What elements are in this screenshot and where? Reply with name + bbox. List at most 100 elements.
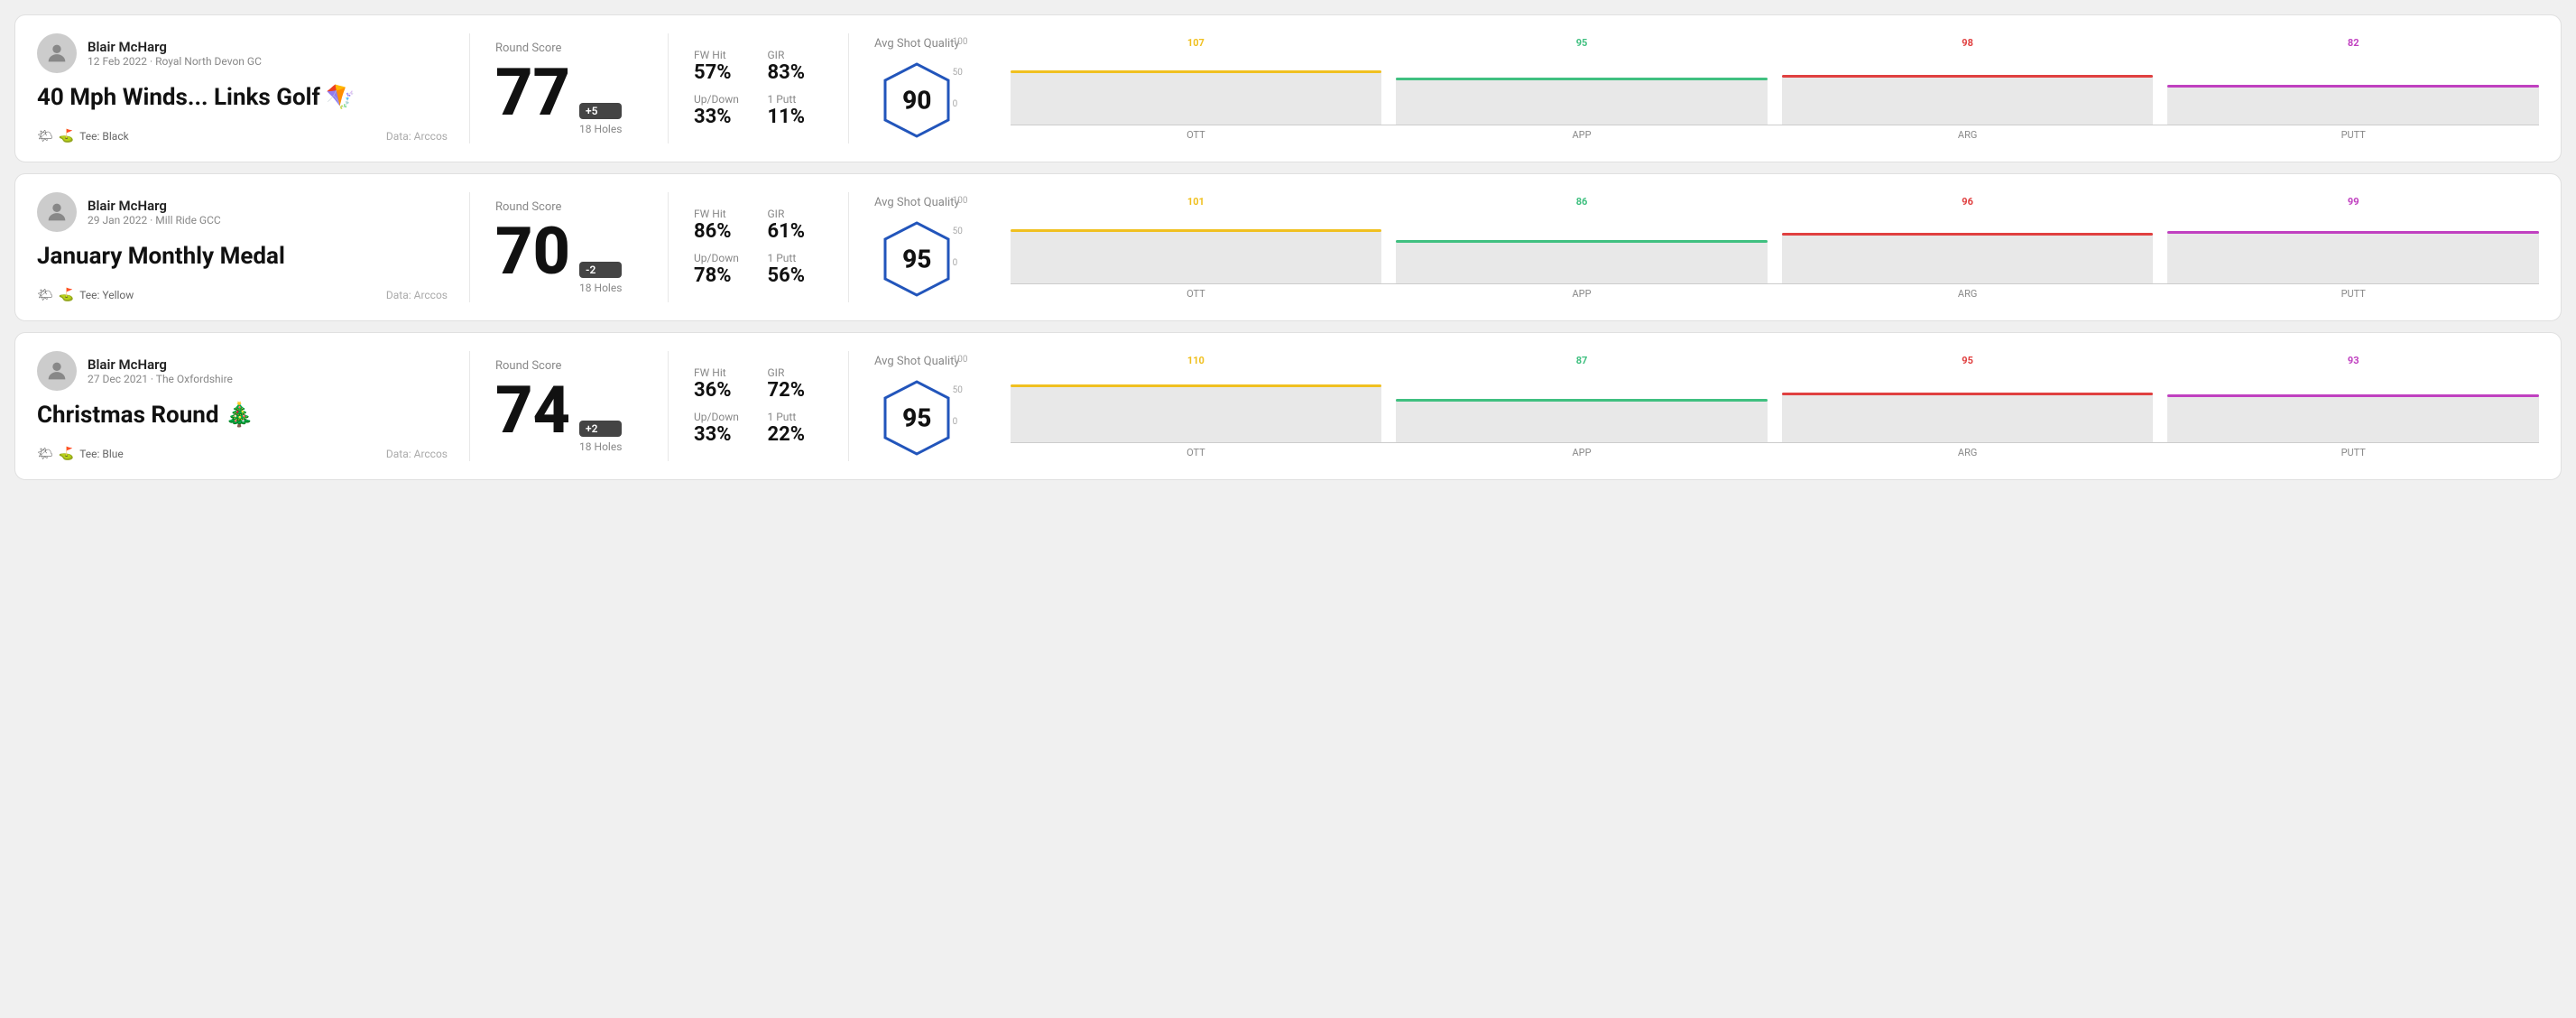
tee-info: 🌤 ⛳ Tee: Black: [37, 129, 129, 143]
bar-label-ott: OTT: [1011, 288, 1382, 300]
data-source: Data: Arccos: [386, 448, 448, 460]
score-section: Round Score 77 +5 18 Holes: [470, 33, 669, 143]
stats-section: FW Hit 36% GIR 72% Up/Down 33% 1 Putt 22…: [669, 351, 849, 461]
bar-label-app: APP: [1396, 288, 1768, 300]
chart-bars: [1011, 370, 2539, 442]
y-axis-mid: 50: [953, 385, 968, 395]
weather-icon: 🌤: [37, 447, 53, 461]
holes-label: 18 Holes: [579, 123, 622, 135]
oneputt-label: 1 Putt: [768, 93, 824, 106]
y-axis: 100 50 0: [953, 196, 968, 268]
bar-ott: [1011, 211, 1382, 283]
stats-grid: FW Hit 86% GIR 61% Up/Down 78% 1 Putt 56…: [694, 208, 823, 287]
bar-top-label-putt: 99: [2167, 196, 2539, 208]
bar-putt: [2167, 211, 2539, 283]
golf-icon: ⛳: [59, 447, 74, 461]
chart-top-labels: 110879593: [1011, 355, 2539, 366]
round-card-1: Blair McHarg 12 Feb 2022 · Royal North D…: [14, 14, 2562, 162]
bar-arg: [1782, 52, 2154, 125]
bar-chart: 100 50 0 101869699: [982, 196, 2539, 300]
oneputt-label: 1 Putt: [768, 252, 824, 264]
shot-quality-section: Avg Shot Quality 95 100 50 0 110879593: [849, 351, 2539, 461]
hex-score-value: 95: [902, 403, 931, 432]
big-score: 74: [495, 378, 570, 443]
bar-top-label-arg: 96: [1782, 196, 2154, 208]
hex-score-value: 95: [902, 244, 931, 273]
y-axis-bottom: 0: [953, 417, 968, 427]
fw-hit-stat: FW Hit 86%: [694, 208, 750, 243]
bar-top-label-arg: 98: [1782, 37, 2154, 49]
score-row: 70 -2 18 Holes: [495, 219, 642, 294]
holes-label: 18 Holes: [579, 282, 622, 294]
data-source: Data: Arccos: [386, 289, 448, 301]
tee-label: Tee: Yellow: [79, 289, 134, 301]
updown-stat: Up/Down 33%: [694, 411, 750, 446]
y-axis-bottom: 0: [953, 99, 968, 109]
bar-top-label-app: 86: [1396, 196, 1768, 208]
big-score: 70: [495, 219, 570, 284]
round-card-2: Blair McHarg 29 Jan 2022 · Mill Ride GCC…: [14, 173, 2562, 321]
chart-top-labels: 101869699: [1011, 196, 2539, 208]
shot-quality-section: Avg Shot Quality 90 100 50 0 107959882: [849, 33, 2539, 143]
avatar: [37, 33, 77, 73]
fw-hit-value: 57%: [694, 61, 750, 84]
avg-shot-quality-label: Avg Shot Quality: [874, 37, 960, 51]
bar-label-arg: ARG: [1782, 288, 2154, 300]
bar-arg: [1782, 370, 2154, 442]
y-axis: 100 50 0: [953, 37, 968, 109]
card-footer: 🌤 ⛳ Tee: Black Data: Arccos: [37, 129, 448, 143]
round-score-label: Round Score: [495, 42, 642, 55]
hex-container: Avg Shot Quality 95: [874, 355, 960, 458]
chart-top-labels: 107 95 98 82: [1011, 37, 2539, 49]
score-diff-badge: -2: [579, 262, 622, 278]
card-left-1: Blair McHarg 12 Feb 2022 · Royal North D…: [37, 33, 470, 143]
y-axis-bottom: 0: [953, 258, 968, 268]
chart-baseline: [1011, 442, 2539, 443]
updown-label: Up/Down: [694, 252, 750, 264]
hex-container: Avg Shot Quality 95: [874, 196, 960, 300]
y-axis-top: 100: [953, 37, 968, 47]
score-row: 77 +5 18 Holes: [495, 60, 642, 135]
bar-top-label-putt: 82: [2167, 37, 2539, 49]
oneputt-stat: 1 Putt 56%: [768, 252, 824, 287]
card-footer: 🌤 ⛳ Tee: Blue Data: Arccos: [37, 447, 448, 461]
card-footer: 🌤 ⛳ Tee: Yellow Data: Arccos: [37, 288, 448, 302]
round-title: January Monthly Medal: [37, 243, 448, 270]
bar-label-ott: OTT: [1011, 447, 1382, 458]
data-source: Data: Arccos: [386, 130, 448, 143]
oneputt-stat: 1 Putt 11%: [768, 93, 824, 128]
stats-grid: FW Hit 57% GIR 83% Up/Down 33% 1 Putt 11…: [694, 49, 823, 128]
user-header: Blair McHarg 29 Jan 2022 · Mill Ride GCC: [37, 192, 448, 232]
fw-hit-label: FW Hit: [694, 49, 750, 61]
gir-stat: GIR 61%: [768, 208, 824, 243]
round-title: 40 Mph Winds... Links Golf 🪁: [37, 84, 448, 111]
bar-app: [1396, 52, 1768, 125]
bar-label-ott: OTT: [1011, 129, 1382, 141]
bar-top-label-putt: 93: [2167, 355, 2539, 366]
user-header: Blair McHarg 12 Feb 2022 · Royal North D…: [37, 33, 448, 73]
user-name: Blair McHarg: [88, 198, 221, 214]
round-score-label: Round Score: [495, 200, 642, 214]
user-info: Blair McHarg 12 Feb 2022 · Royal North D…: [88, 39, 262, 68]
holes-label: 18 Holes: [579, 440, 622, 453]
bar-label-arg: ARG: [1782, 129, 2154, 141]
weather-icon: 🌤: [37, 288, 53, 302]
user-meta: 29 Jan 2022 · Mill Ride GCC: [88, 214, 221, 227]
updown-stat: Up/Down 33%: [694, 93, 750, 128]
round-card-3: Blair McHarg 27 Dec 2021 · The Oxfordshi…: [14, 332, 2562, 480]
golf-icon: ⛳: [59, 288, 74, 302]
score-diff-badge: +2: [579, 421, 622, 437]
chart-bottom-labels: OTTAPPARGPUTT: [1011, 129, 2539, 141]
score-row: 74 +2 18 Holes: [495, 378, 642, 453]
chart-bars: [1011, 211, 2539, 283]
bar-top-label-app: 95: [1396, 37, 1768, 49]
oneputt-stat: 1 Putt 22%: [768, 411, 824, 446]
bar-top-label-ott: 107: [1011, 37, 1382, 49]
bar-label-app: APP: [1396, 129, 1768, 141]
gir-stat: GIR 72%: [768, 366, 824, 402]
bar-label-app: APP: [1396, 447, 1768, 458]
score-section: Round Score 74 +2 18 Holes: [470, 351, 669, 461]
score-section: Round Score 70 -2 18 Holes: [470, 192, 669, 302]
gir-value: 61%: [768, 220, 824, 243]
user-header: Blair McHarg 27 Dec 2021 · The Oxfordshi…: [37, 351, 448, 391]
